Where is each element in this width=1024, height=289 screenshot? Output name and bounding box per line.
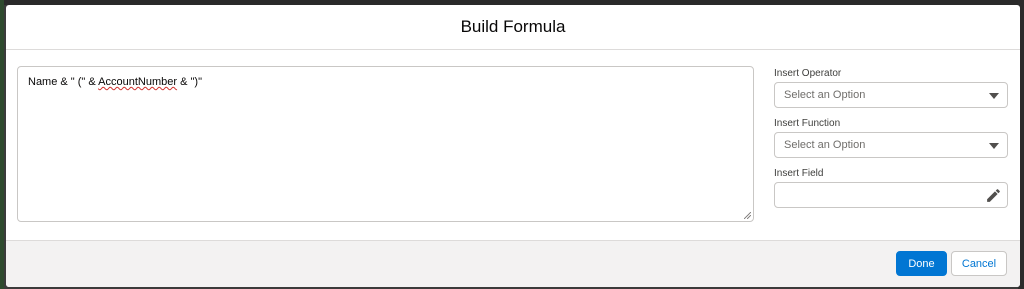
insert-function-label: Insert Function <box>774 118 841 129</box>
insert-function-value: Select an Option <box>784 139 866 151</box>
pencil-icon[interactable] <box>985 187 1002 204</box>
cancel-button[interactable]: Cancel <box>951 251 1007 276</box>
formula-field-reference: AccountNumber <box>98 76 178 88</box>
insert-operator-label: Insert Operator <box>774 68 842 79</box>
insert-panel: Insert Operator Select an Option Insert … <box>774 68 1008 208</box>
background-edge <box>0 0 4 289</box>
insert-function-select[interactable]: Select an Option <box>774 132 1008 158</box>
modal-header: Build Formula <box>6 5 1020 50</box>
done-button[interactable]: Done <box>896 251 947 276</box>
resize-handle[interactable] <box>744 212 751 219</box>
formula-prefix: Name & " (" & <box>28 76 99 88</box>
insert-field-input[interactable] <box>774 182 1008 208</box>
modal-title: Build Formula <box>460 17 566 36</box>
insert-operator-select[interactable]: Select an Option <box>774 82 1008 108</box>
formula-text: Name & " (" & AccountNumber & ")" <box>28 76 202 88</box>
insert-field-label: Insert Field <box>774 168 824 179</box>
modal-footer: Done Cancel <box>6 240 1020 287</box>
insert-operator-value: Select an Option <box>784 89 866 101</box>
chevron-down-icon <box>989 143 999 149</box>
modal-body: Name & " (" & AccountNumber & ")" Insert… <box>6 50 1020 242</box>
formula-suffix: & ")" <box>177 76 202 88</box>
chevron-down-icon <box>989 93 999 99</box>
build-formula-modal: Build Formula Name & " (" & AccountNumbe… <box>6 5 1020 287</box>
formula-textarea[interactable]: Name & " (" & AccountNumber & ")" <box>17 66 754 222</box>
